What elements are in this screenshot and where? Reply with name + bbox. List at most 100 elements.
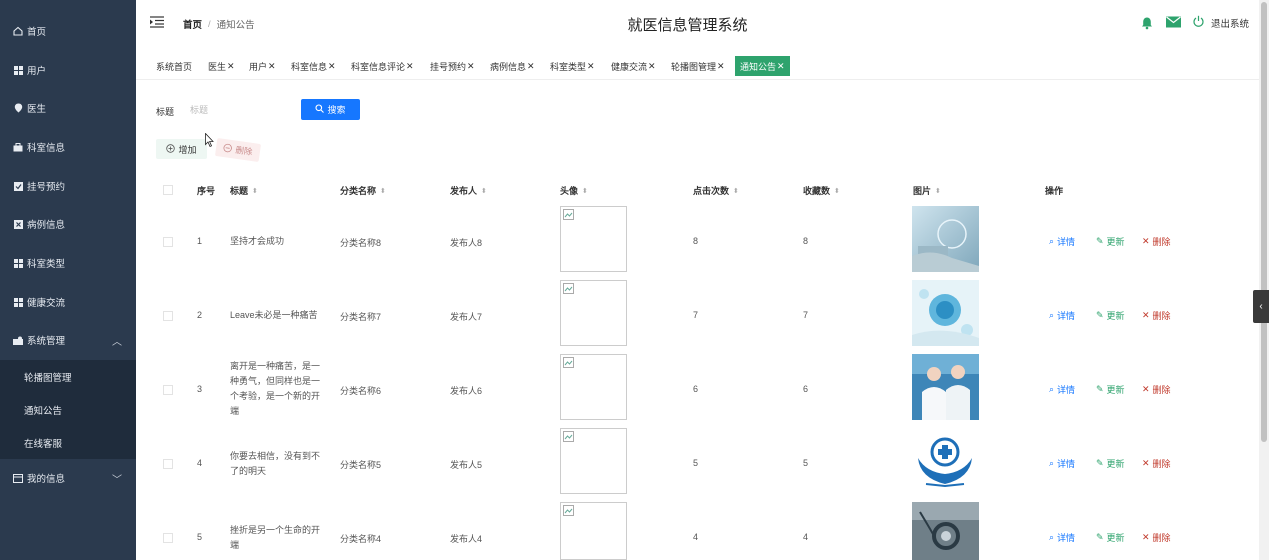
delete-button[interactable]: ✕ 删除 (1142, 309, 1171, 322)
tab-home[interactable]: 系统首页 (156, 56, 192, 76)
sidebar-item-users[interactable]: 用户 (0, 51, 136, 89)
update-button[interactable]: ✎ 更新 (1096, 457, 1125, 470)
square-x-icon (13, 219, 23, 229)
column-header-category[interactable]: 分类名称 ⬍ (340, 184, 386, 197)
row-checkbox[interactable] (163, 459, 173, 469)
submenu-item-service[interactable]: 在线客服 (0, 426, 136, 459)
delete-button[interactable]: ✕ 删除 (1142, 531, 1171, 544)
close-icon[interactable]: ✕ (587, 61, 595, 72)
tab-label: 医生 (208, 61, 227, 72)
sidebar-item-health[interactable]: 健康交流 (0, 283, 136, 321)
column-header-avatar[interactable]: 头像 ⬍ (560, 184, 588, 197)
tab-label: 系统首页 (156, 61, 193, 72)
sort-icon: ⬍ (481, 187, 487, 195)
close-icon[interactable]: ✕ (648, 61, 656, 72)
update-button[interactable]: ✎ 更新 (1096, 235, 1125, 248)
search-input[interactable] (184, 100, 284, 120)
sort-icon: ⬍ (834, 187, 840, 195)
tab-notice[interactable]: 通知公告 ✕ (735, 56, 790, 76)
submenu-item-notice[interactable]: 通知公告 (0, 393, 136, 426)
detail-button[interactable]: ⌕ 详情 (1049, 383, 1075, 396)
column-header-picture[interactable]: 图片 ⬍ (913, 184, 941, 197)
tab-user[interactable]: 用户 ✕ (249, 56, 276, 76)
header-actions: 退出系统 (1140, 15, 1249, 31)
tab-cases[interactable]: 病例信息 ✕ (490, 56, 535, 76)
tab-appointment[interactable]: 挂号预约 ✕ (430, 56, 475, 76)
grid-icon (13, 65, 23, 75)
search-icon (315, 104, 325, 115)
tab-health[interactable]: 健康交流 ✕ (611, 56, 656, 76)
search-button[interactable]: 搜索 (301, 99, 360, 120)
row-clicks: 7 (693, 310, 699, 320)
column-header-title[interactable]: 标题 ⬍ (230, 184, 258, 197)
sidebar-item-department[interactable]: 科室信息 (0, 128, 136, 166)
submenu-item-carousel[interactable]: 轮播图管理 (0, 360, 136, 393)
delete-button[interactable]: ✕ 删除 (1142, 383, 1171, 396)
detail-button[interactable]: ⌕ 详情 (1049, 457, 1075, 470)
close-icon[interactable]: ✕ (328, 61, 336, 72)
row-checkbox[interactable] (163, 311, 173, 321)
row-title: 你要去相信，没有到不了的明天 (230, 451, 321, 476)
edit-icon: ✎ (1096, 458, 1104, 468)
sidebar-item-home[interactable]: 首页 (0, 12, 136, 50)
delete-button[interactable]: ✕ 删除 (1142, 235, 1171, 248)
search-button-label: 搜索 (327, 105, 346, 115)
sidebar-item-system[interactable]: 系统管理 ︿ (0, 321, 136, 359)
tab-department[interactable]: 科室信息 ✕ (291, 56, 336, 76)
row-checkbox[interactable] (163, 237, 173, 247)
tab-label: 科室类型 (550, 61, 587, 72)
tab-dept-type[interactable]: 科室类型 ✕ (550, 56, 595, 76)
row-checkbox[interactable] (163, 385, 173, 395)
sidebar-item-doctor[interactable]: 医生 (0, 89, 136, 127)
row-clicks: 4 (693, 532, 699, 542)
close-icon[interactable]: ✕ (268, 61, 276, 72)
column-header-favorites[interactable]: 收藏数 ⬍ (803, 184, 840, 197)
row-favorites: 5 (803, 458, 809, 468)
close-icon[interactable]: ✕ (717, 61, 725, 72)
sidebar-item-appointment[interactable]: 挂号预约 (0, 167, 136, 205)
close-icon[interactable]: ✕ (777, 61, 785, 72)
sort-icon: ⬍ (935, 187, 941, 195)
power-icon (1192, 15, 1205, 31)
detail-button[interactable]: ⌕ 详情 (1049, 309, 1075, 322)
column-header-publisher[interactable]: 发布人 ⬍ (450, 184, 487, 197)
mouse-cursor-icon (205, 132, 215, 150)
close-icon[interactable]: ✕ (467, 61, 475, 72)
row-publisher: 发布人5 (450, 460, 483, 470)
avatar-image (560, 428, 627, 494)
scrollbar-thumb[interactable] (1261, 2, 1267, 442)
row-checkbox[interactable] (163, 533, 173, 543)
chevron-left-icon[interactable]: ‹ (1253, 290, 1269, 323)
close-icon: ✕ (1142, 532, 1150, 542)
tab-label: 通知公告 (740, 61, 777, 72)
tab-department-comment[interactable]: 科室信息评论 ✕ (351, 56, 414, 76)
sidebar-item-label: 我的信息 (27, 474, 66, 485)
select-all-checkbox[interactable] (163, 185, 173, 195)
row-publisher: 发布人8 (450, 238, 483, 248)
chevron-down-icon: ﹀ (112, 474, 122, 486)
close-icon[interactable]: ✕ (527, 61, 535, 72)
update-button[interactable]: ✎ 更新 (1096, 531, 1125, 544)
tab-label: 轮播图管理 (671, 61, 717, 72)
sidebar-item-cases[interactable]: 病例信息 (0, 205, 136, 243)
close-icon[interactable]: ✕ (227, 61, 235, 72)
update-button[interactable]: ✎ 更新 (1096, 383, 1125, 396)
detail-button[interactable]: ⌕ 详情 (1049, 531, 1075, 544)
detail-button[interactable]: ⌕ 详情 (1049, 235, 1075, 248)
tab-carousel[interactable]: 轮播图管理 ✕ (671, 56, 725, 76)
close-icon[interactable]: ✕ (406, 61, 414, 72)
bulk-delete-button[interactable]: 删除 (214, 138, 262, 162)
update-button[interactable]: ✎ 更新 (1096, 309, 1125, 322)
row-category: 分类名称8 (340, 238, 382, 248)
mail-icon[interactable] (1165, 16, 1181, 30)
tab-doctor[interactable]: 医生 ✕ (208, 56, 235, 76)
sidebar-item-profile[interactable]: 我的信息 ﹀ (0, 459, 136, 497)
logout-button[interactable]: 退出系统 (1192, 15, 1249, 31)
edit-icon: ✎ (1096, 384, 1104, 394)
column-header-clicks[interactable]: 点击次数 ⬍ (693, 184, 739, 197)
add-button[interactable]: 增加 (156, 139, 207, 159)
sidebar-item-dept-type[interactable]: 科室类型 (0, 244, 136, 282)
delete-button[interactable]: ✕ 删除 (1142, 457, 1171, 470)
bell-icon[interactable] (1140, 16, 1154, 30)
row-index: 4 (197, 458, 203, 468)
